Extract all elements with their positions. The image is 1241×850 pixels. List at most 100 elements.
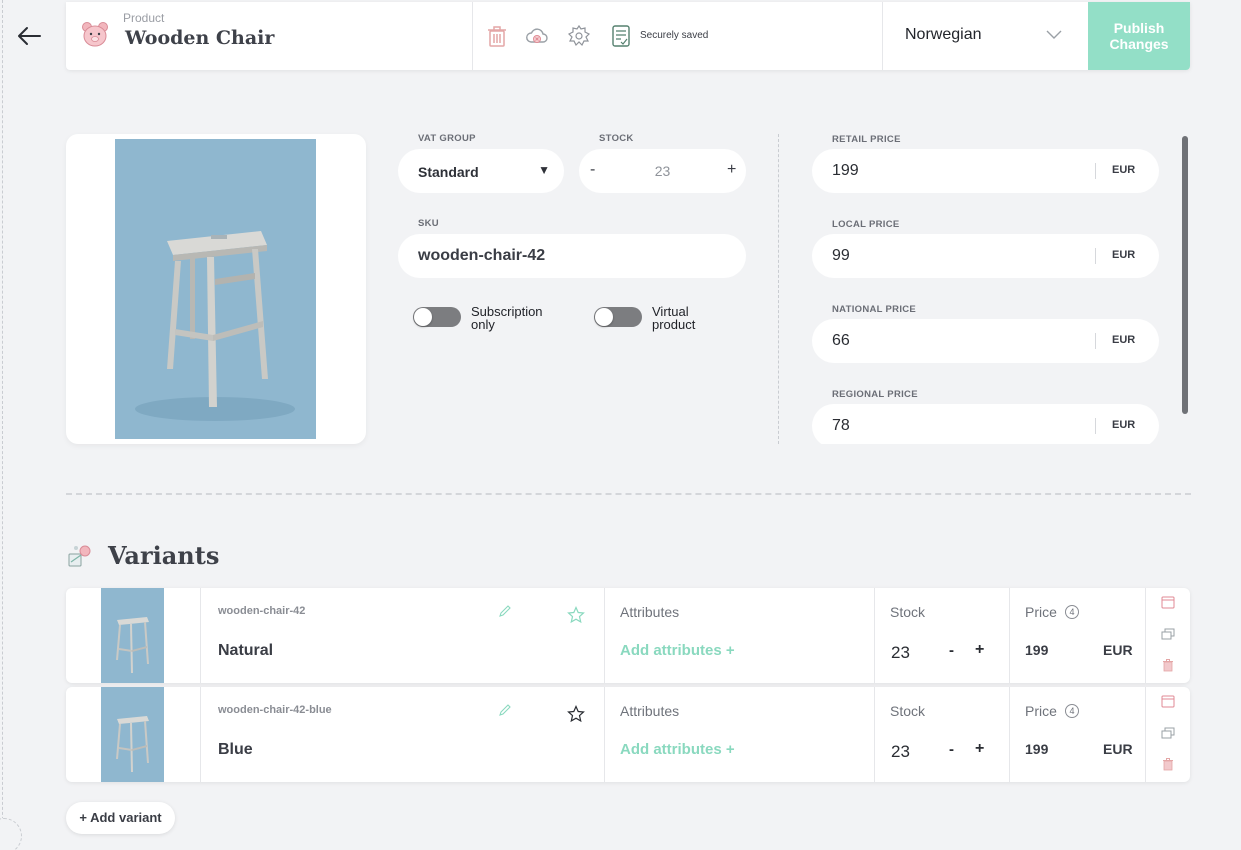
variant-thumbnail [101, 588, 164, 683]
variant-stock-value[interactable]: 23 [891, 643, 910, 663]
price-value: 199 [832, 162, 859, 179]
variant-row: wooden-chair-42-blue Blue Attributes Add… [66, 687, 1190, 782]
price-input[interactable]: 99 EUR [812, 234, 1159, 278]
variants-icon [68, 545, 91, 567]
pencil-icon[interactable] [498, 604, 512, 618]
stock-increment-button[interactable]: + [727, 161, 736, 179]
variant-row: wooden-chair-42 Natural Attributes Add a… [66, 588, 1190, 683]
variant-stock-value[interactable]: 23 [891, 742, 910, 762]
vat-group-select[interactable]: Standard ▼ [398, 149, 564, 193]
toggle-knob [414, 308, 432, 326]
stock-decrement-button[interactable]: - [949, 741, 954, 758]
add-attributes-button[interactable]: Add attributes + [620, 741, 735, 758]
document-check-icon [612, 25, 630, 47]
stock-label: Stock [890, 703, 926, 719]
calendar-icon[interactable] [1161, 694, 1175, 708]
variant-stock-cell: Stock 23 - + [875, 588, 1010, 683]
product-image-card[interactable] [66, 134, 366, 444]
currency: EUR [1112, 249, 1136, 261]
vat-group-label: VAT GROUP [418, 133, 476, 144]
price-info-badge[interactable]: 4 [1065, 704, 1079, 718]
stock-decrement-button[interactable]: - [949, 642, 954, 659]
copy-icon[interactable] [1161, 627, 1175, 641]
stock-value[interactable]: 23 [579, 163, 746, 179]
publish-changes-button[interactable]: Publish Changes [1088, 2, 1190, 70]
attributes-label: Attributes [620, 604, 680, 620]
variant-attributes-cell: Attributes Add attributes + [605, 687, 875, 782]
currency: EUR [1112, 164, 1136, 176]
left-rail [2, 0, 3, 850]
language-value: Norwegian [905, 26, 982, 43]
stock-label: Stock [890, 604, 926, 620]
subscription-only-label: Subscription only [471, 304, 543, 332]
stock-decrement-button[interactable]: - [590, 161, 595, 179]
product-kicker: Product [123, 11, 165, 25]
toolbar: Securely saved [473, 2, 883, 70]
vat-group-value: Standard [418, 164, 479, 180]
trash-icon[interactable] [1161, 757, 1175, 771]
price-label: Price [1025, 604, 1057, 620]
sku-value: wooden-chair-42 [418, 247, 546, 264]
variant-stock-cell: Stock 23 - + [875, 687, 1010, 782]
variant-image-cell[interactable] [66, 687, 201, 782]
variant-price-cell: Price 4 199 EUR [1010, 687, 1146, 782]
subscription-only-toggle[interactable] [413, 307, 461, 327]
calendar-icon[interactable] [1161, 595, 1175, 609]
variants-title: Variants [108, 541, 220, 570]
variant-price[interactable]: 199 [1025, 642, 1048, 658]
variant-currency: EUR [1103, 741, 1133, 757]
stock-increment-button[interactable]: + [975, 740, 984, 758]
divider [1095, 333, 1096, 349]
variant-actions-cell [1146, 588, 1190, 683]
chevron-down-icon [1046, 30, 1062, 39]
variant-sku: wooden-chair-42 [218, 605, 306, 617]
divider [1095, 163, 1096, 179]
add-attributes-button[interactable]: Add attributes + [620, 642, 735, 659]
price-input[interactable]: 199 EUR [812, 149, 1159, 193]
stock-increment-button[interactable]: + [975, 641, 984, 659]
price-input[interactable]: 66 EUR [812, 319, 1159, 363]
virtual-product-toggle[interactable] [594, 307, 642, 327]
price-input[interactable]: 78 EUR [812, 404, 1159, 444]
trash-icon[interactable] [485, 24, 509, 48]
add-variant-button[interactable]: + Add variant [66, 802, 175, 834]
currency: EUR [1112, 419, 1136, 431]
product-header: Product Wooden Chair Securely saved Norw… [66, 2, 1190, 70]
attributes-label: Attributes [620, 703, 680, 719]
variant-currency: EUR [1103, 642, 1133, 658]
section-divider [778, 134, 779, 444]
star-icon[interactable] [567, 606, 585, 624]
cloud-x-icon[interactable] [525, 24, 549, 48]
price-list[interactable]: RETAIL PRICE 199 EUR LOCAL PRICE 99 EUR … [812, 134, 1192, 444]
star-icon[interactable] [567, 705, 585, 723]
virtual-product-label: Virtual product [652, 304, 696, 332]
gear-icon[interactable] [567, 24, 591, 48]
price-value: 66 [832, 332, 850, 349]
price-info-badge[interactable]: 4 [1065, 605, 1079, 619]
price-label: Price [1025, 703, 1057, 719]
price-label: LOCAL PRICE [832, 219, 900, 230]
price-scrollbar[interactable] [1182, 136, 1188, 414]
caret-down-icon: ▼ [538, 163, 550, 177]
sku-label: SKU [418, 218, 439, 229]
stock-label: STOCK [599, 133, 634, 144]
variant-name-cell: wooden-chair-42 Natural [201, 588, 605, 683]
page-title: Wooden Chair [125, 27, 275, 49]
variant-thumbnail [101, 687, 164, 782]
sku-input[interactable]: wooden-chair-42 [398, 234, 746, 278]
collapse-handle[interactable] [0, 818, 22, 850]
variant-image-cell[interactable] [66, 588, 201, 683]
bear-logo-icon [82, 22, 108, 47]
price-value: 99 [832, 247, 850, 264]
product-photo [115, 139, 316, 439]
toggle-knob [595, 308, 613, 326]
copy-icon[interactable] [1161, 726, 1175, 740]
variant-actions-cell [1146, 687, 1190, 782]
divider [1095, 418, 1096, 434]
language-select[interactable]: Norwegian [883, 2, 1088, 70]
arrow-left-icon[interactable] [16, 24, 42, 48]
trash-icon[interactable] [1161, 658, 1175, 672]
pencil-icon[interactable] [498, 703, 512, 717]
variant-price[interactable]: 199 [1025, 741, 1048, 757]
section-divider [66, 493, 1191, 495]
